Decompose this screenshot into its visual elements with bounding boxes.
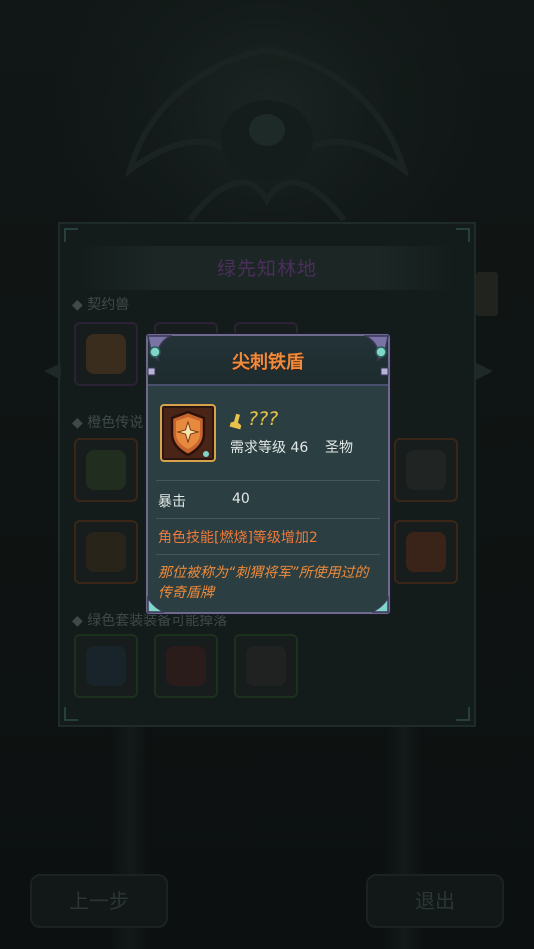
contract-beast-slot[interactable] <box>74 322 138 386</box>
next-arrow-icon[interactable]: ▶ <box>476 358 493 383</box>
shield-item-icon <box>170 410 209 457</box>
set-item-slot[interactable] <box>74 634 138 698</box>
boot-icon <box>229 413 242 430</box>
item-type: 圣物 <box>325 440 353 456</box>
divider <box>156 480 380 481</box>
section-label-orange-legend: ◆ 橙色传说 <box>72 415 144 431</box>
set-item-slot[interactable] <box>154 634 218 698</box>
exit-button[interactable]: 退出 <box>366 874 504 928</box>
side-decoration <box>476 272 498 316</box>
section-label-contract-beast: ◆ 契约兽 <box>72 297 130 313</box>
corner-ornament-icon <box>363 335 389 376</box>
legend-item-slot[interactable] <box>394 520 458 584</box>
item-name: ??? <box>248 408 279 430</box>
divider <box>156 554 380 555</box>
legend-item-slot[interactable] <box>74 438 138 502</box>
skill-bonus-text: 角色技能[燃烧]等级增加2 <box>158 530 318 546</box>
legend-item-slot[interactable] <box>74 520 138 584</box>
corner-ornament-icon <box>147 335 173 376</box>
divider <box>156 518 380 519</box>
required-level: 需求等级 46 <box>230 440 309 456</box>
prev-step-button[interactable]: 上一步 <box>30 874 168 928</box>
stat-value: 40 <box>232 491 250 507</box>
panel-title: 绿先知林地 <box>216 258 317 280</box>
item-description: 那位被称为“刺猬将军”所使用过的传奇盾牌 <box>158 565 369 601</box>
boss-crown-art <box>124 47 410 222</box>
item-slot <box>160 404 216 462</box>
prev-arrow-icon[interactable]: ◀ <box>44 358 61 383</box>
stat-label: 暴击 <box>158 494 186 510</box>
item-detail-popup: 尖刺铁盾 ??? 需求等级 46 圣物 暴击 40 角色技能[燃烧]等级增加2 … <box>146 334 390 614</box>
set-item-slot[interactable] <box>234 634 298 698</box>
legend-item-slot[interactable] <box>394 438 458 502</box>
